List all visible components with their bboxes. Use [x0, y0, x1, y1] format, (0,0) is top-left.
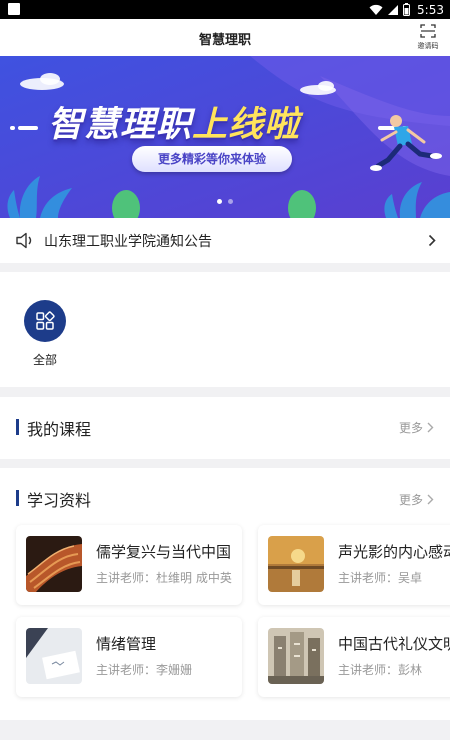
study-materials-more-button[interactable]: 更多	[399, 491, 434, 508]
chevron-right-icon	[427, 422, 434, 433]
section-accent-bar	[16, 490, 19, 506]
material-teacher: 主讲老师：李姗姗	[96, 663, 193, 677]
app-header: 智慧理职 邀请码	[0, 19, 450, 56]
material-card[interactable]: 情绪管理 主讲老师：李姗姗	[16, 617, 242, 697]
chevron-right-icon	[428, 234, 436, 247]
section-accent-bar	[16, 419, 19, 435]
page-title: 智慧理职	[198, 33, 251, 48]
scan-icon	[420, 24, 436, 38]
status-bar: 5:53	[0, 0, 450, 19]
material-card[interactable]: 中国古代礼仪文明 主讲老师：彭林	[258, 617, 450, 697]
my-courses-title: 我的课程	[27, 420, 92, 439]
material-title: 声光影的内心感动	[338, 543, 450, 561]
chevron-right-icon	[427, 494, 434, 505]
category-circle	[24, 300, 66, 342]
material-title: 情绪管理	[96, 635, 157, 653]
more-label: 更多	[398, 421, 423, 435]
study-materials-title: 学习资料	[27, 491, 92, 510]
material-thumbnail	[26, 536, 82, 592]
banner-title: 智慧理职上线啦	[48, 96, 300, 147]
banner-subtitle: 更多精彩等你来体验	[132, 146, 292, 172]
material-card[interactable]: 儒学复兴与当代中国 主讲老师：杜维明 成中英	[16, 525, 242, 605]
status-time: 5:53	[417, 2, 444, 17]
material-teacher: 主讲老师：彭林	[338, 663, 423, 677]
material-teacher: 主讲老师：吴卓	[338, 571, 423, 585]
speaker-icon	[16, 232, 32, 249]
material-thumbnail	[26, 628, 82, 684]
wifi-icon	[369, 4, 383, 15]
notice-text: 山东理工职业学院通知公告	[44, 234, 212, 250]
material-card[interactable]: 声光影的内心感动 主讲老师：吴卓	[258, 525, 450, 605]
my-courses-header: 我的课程 更多	[0, 397, 450, 455]
banner-title-part2: 上线啦	[192, 105, 301, 145]
scan-label: 邀请码	[417, 42, 439, 50]
category-label: 全部	[32, 353, 57, 367]
material-thumbnail	[268, 536, 324, 592]
material-title: 儒学复兴与当代中国	[96, 543, 232, 561]
study-materials-section: 学习资料 更多 儒学复兴与当代中国 主讲老师：杜维明 成中英 声光影的内心感动 …	[0, 468, 450, 720]
notification-icon	[8, 3, 20, 15]
carousel-indicator	[0, 189, 450, 208]
material-thumbnail	[268, 628, 324, 684]
category-item-all[interactable]: 全部	[24, 300, 66, 368]
study-materials-header: 学习资料 更多	[0, 468, 450, 526]
battery-icon	[403, 3, 411, 16]
material-teacher: 主讲老师：杜维明 成中英	[96, 571, 232, 585]
banner-title-part1: 智慧理职	[48, 105, 193, 145]
grid-icon	[36, 311, 55, 330]
my-courses-more-button[interactable]: 更多	[399, 419, 434, 436]
category-section: 全部	[0, 272, 450, 387]
carousel-dot[interactable]	[217, 199, 222, 204]
my-courses-section: 我的课程 更多	[0, 397, 450, 459]
more-label: 更多	[398, 493, 423, 507]
notice-bar[interactable]: 山东理工职业学院通知公告	[0, 218, 450, 263]
material-title: 中国古代礼仪文明	[338, 635, 450, 653]
scan-button[interactable]: 邀请码	[414, 23, 442, 51]
signal-icon	[388, 4, 399, 15]
banner-carousel[interactable]: 智慧理职上线啦 更多精彩等你来体验	[0, 56, 450, 218]
carousel-dot[interactable]	[228, 199, 233, 204]
bottom-spacer	[0, 720, 450, 740]
